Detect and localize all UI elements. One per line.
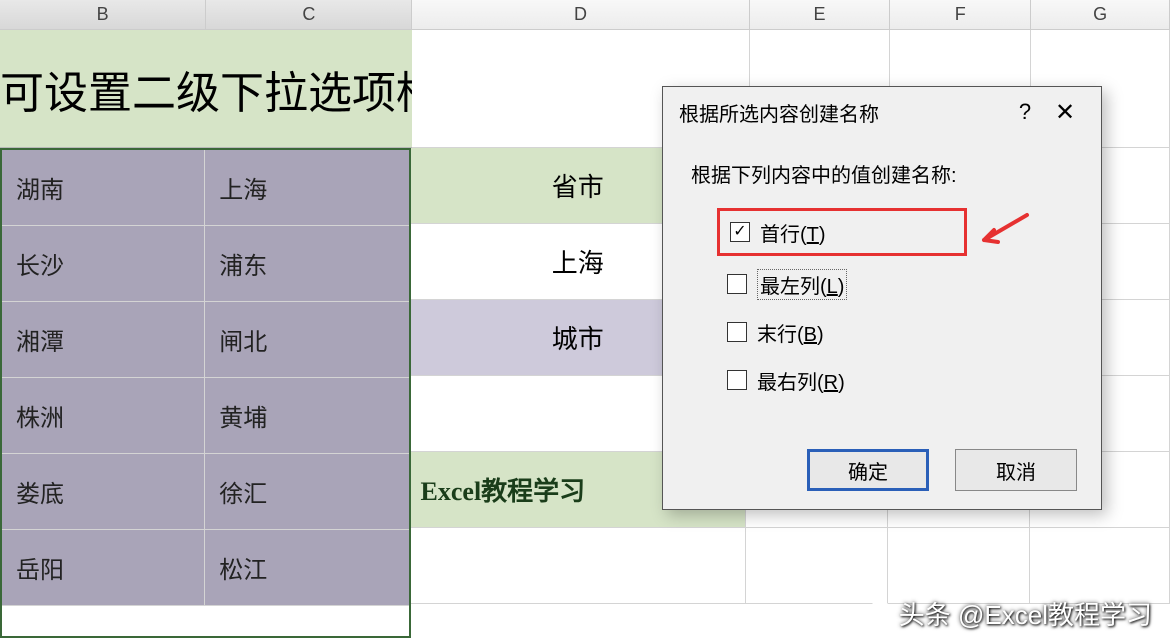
watermark: 头条 @Excel教程学习: [867, 595, 1152, 632]
grid-cell[interactable]: [1030, 528, 1170, 604]
checkbox-row-right-col[interactable]: 最右列(R): [717, 356, 1073, 404]
table-row: 岳阳 松江: [2, 530, 409, 606]
data-cell[interactable]: 松江: [205, 530, 408, 606]
table-row: 湖南 上海: [2, 150, 409, 226]
data-cell[interactable]: 浦东: [205, 226, 408, 302]
data-cell[interactable]: 黄埔: [205, 378, 408, 454]
cancel-button[interactable]: 取消: [955, 449, 1077, 491]
selected-range[interactable]: 湖南 上海 长沙 浦东 湘潭 闸北 株洲 黄埔 娄底 徐汇 岳阳 松江: [0, 148, 411, 638]
checkbox-group: ✓ 首行(T) 最左列(L) 末行(B) 最右列(R): [691, 208, 1073, 404]
ok-button[interactable]: 确定: [807, 449, 929, 491]
watermark-logo-icon: [867, 601, 893, 627]
data-cell[interactable]: 湖南: [2, 150, 205, 226]
data-cell[interactable]: 徐汇: [205, 454, 408, 530]
checkbox-icon[interactable]: ✓: [730, 222, 750, 242]
checkbox-icon[interactable]: [727, 370, 747, 390]
column-header-c[interactable]: C: [206, 0, 412, 29]
data-cell[interactable]: 闸北: [205, 302, 408, 378]
table-row: 长沙 浦东: [2, 226, 409, 302]
dialog-title-text: 根据所选内容创建名称: [679, 98, 1005, 127]
column-header-b[interactable]: B: [0, 0, 206, 29]
grid-cell[interactable]: [746, 528, 888, 604]
checkbox-label: 最右列(R): [757, 366, 845, 395]
checkbox-label: 最左列(L): [757, 269, 847, 300]
checkbox-row-bottom-row[interactable]: 末行(B): [717, 308, 1073, 356]
close-icon[interactable]: ✕: [1045, 98, 1085, 127]
create-names-dialog: 根据所选内容创建名称 ? ✕ 根据下列内容中的值创建名称: ✓ 首行(T) 最左…: [662, 86, 1102, 510]
column-header-d[interactable]: D: [412, 0, 749, 29]
data-cell[interactable]: 湘潭: [2, 302, 205, 378]
merged-title-cell[interactable]: 可设置二级下拉选项框: [0, 30, 412, 148]
checkbox-row-top-row[interactable]: ✓ 首行(T): [717, 208, 967, 256]
data-cell[interactable]: 长沙: [2, 226, 205, 302]
dialog-titlebar[interactable]: 根据所选内容创建名称 ? ✕: [663, 87, 1101, 137]
table-row: 娄底 徐汇: [2, 454, 409, 530]
table-row: 株洲 黄埔: [2, 378, 409, 454]
data-cell[interactable]: 岳阳: [2, 530, 205, 606]
checkbox-label: 末行(B): [757, 318, 824, 347]
column-headers-bar: B C D E F G: [0, 0, 1170, 30]
data-cell[interactable]: 娄底: [2, 454, 205, 530]
table-row: 湘潭 闸北: [2, 302, 409, 378]
checkbox-label: 首行(T): [760, 218, 826, 247]
grid-cell[interactable]: [888, 528, 1030, 604]
column-header-g[interactable]: G: [1031, 0, 1170, 29]
data-cell[interactable]: 上海: [205, 150, 408, 226]
column-header-e[interactable]: E: [750, 0, 891, 29]
data-cell[interactable]: [411, 528, 746, 604]
dialog-instruction-label: 根据下列内容中的值创建名称:: [691, 159, 1073, 188]
checkbox-icon[interactable]: [727, 274, 747, 294]
help-icon[interactable]: ?: [1005, 99, 1045, 125]
column-header-f[interactable]: F: [890, 0, 1031, 29]
checkbox-icon[interactable]: [727, 322, 747, 342]
data-cell[interactable]: 株洲: [2, 378, 205, 454]
checkbox-row-left-col[interactable]: 最左列(L): [717, 260, 1073, 308]
watermark-text: 头条 @Excel教程学习: [899, 595, 1152, 632]
